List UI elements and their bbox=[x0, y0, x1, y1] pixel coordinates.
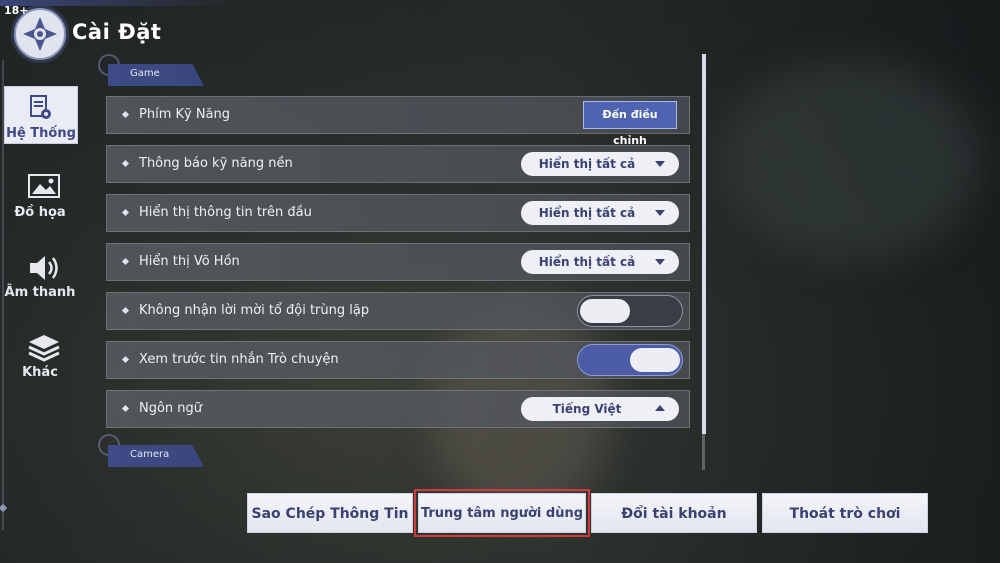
setting-label: Ngôn ngữ bbox=[139, 401, 203, 416]
duplicate-invite-toggle[interactable] bbox=[577, 295, 683, 327]
nav-item-graphics[interactable]: Đồ họa bbox=[4, 166, 76, 222]
copy-info-button[interactable]: Sao Chép Thông Tin bbox=[247, 493, 413, 533]
dropdown-value: Hiển thị tất cả bbox=[538, 255, 636, 269]
nav-item-label: Âm thanh bbox=[4, 285, 76, 300]
background-foliage bbox=[720, 60, 980, 260]
skill-notification-dropdown[interactable]: Hiển thị tất cả bbox=[521, 152, 679, 176]
switch-account-button[interactable]: Đổi tài khoản bbox=[591, 493, 757, 533]
page-title: Cài Đặt bbox=[72, 20, 162, 44]
section-title: Game bbox=[130, 68, 160, 79]
setting-label: Xem trước tin nhắn Trò chuyện bbox=[139, 352, 339, 367]
dropdown-value: Tiếng Việt bbox=[552, 402, 622, 416]
setting-row-language: Ngôn ngữ Tiếng Việt bbox=[106, 390, 690, 428]
setting-label: Thông báo kỹ năng nền bbox=[139, 156, 293, 171]
header-bar bbox=[0, 0, 240, 6]
caret-down-icon bbox=[655, 210, 665, 216]
exit-game-button[interactable]: Thoát trò chơi bbox=[762, 493, 928, 533]
setting-label: Không nhận lời mời tổ đội trùng lặp bbox=[139, 303, 370, 318]
setting-row-overhead-info: Hiển thị thông tin trên đầu Hiển thị tất… bbox=[106, 194, 690, 232]
nav-item-system[interactable]: Hệ Thống bbox=[4, 86, 78, 144]
bullet-icon bbox=[121, 110, 130, 119]
setting-label: Hiển thị thông tin trên đầu bbox=[139, 205, 312, 220]
setting-label: Hiển thị Võ Hồn bbox=[139, 254, 240, 269]
image-icon bbox=[28, 174, 60, 202]
setting-row-spirit-display: Hiển thị Võ Hồn Hiển thị tất cả bbox=[106, 243, 690, 281]
language-dropdown[interactable]: Tiếng Việt bbox=[521, 397, 679, 421]
nav-item-label: Khác bbox=[22, 365, 58, 380]
nav-item-label: Hệ Thống bbox=[6, 126, 76, 141]
setting-row-chat-preview: Xem trước tin nhắn Trò chuyện bbox=[106, 341, 690, 379]
chat-preview-toggle[interactable] bbox=[577, 344, 683, 376]
dropdown-value: Hiển thị tất cả bbox=[538, 206, 636, 220]
document-settings-icon bbox=[29, 95, 53, 125]
scrollbar-thumb[interactable] bbox=[702, 54, 706, 434]
bullet-icon bbox=[121, 257, 130, 266]
bullet-icon bbox=[121, 159, 130, 168]
nav-item-label: Đồ họa bbox=[14, 205, 66, 220]
section-header-camera: Camera bbox=[108, 445, 204, 467]
adjust-button[interactable]: Đến điều chỉnh bbox=[583, 101, 677, 147]
layers-icon bbox=[28, 334, 60, 366]
nav-item-sound[interactable]: Âm thanh bbox=[4, 246, 76, 302]
setting-row-skill-keys: Phím Kỹ Năng Đến điều chỉnh bbox=[106, 96, 690, 147]
dropdown-value: Hiển thị tất cả bbox=[538, 157, 636, 171]
bullet-icon bbox=[121, 355, 130, 364]
setting-label: Phím Kỹ Năng bbox=[139, 107, 231, 122]
toggle-knob bbox=[580, 299, 630, 323]
setting-row-duplicate-invite: Không nhận lời mời tổ đội trùng lặp bbox=[106, 292, 690, 330]
toggle-knob bbox=[630, 348, 680, 372]
caret-down-icon bbox=[655, 161, 665, 167]
user-center-button[interactable]: Trung tâm người dùng bbox=[414, 489, 590, 537]
nav-item-other[interactable]: Khác bbox=[4, 326, 76, 382]
bullet-icon bbox=[121, 208, 130, 217]
overhead-info-dropdown[interactable]: Hiển thị tất cả bbox=[521, 201, 679, 225]
section-title: Camera bbox=[130, 449, 170, 460]
spirit-display-dropdown[interactable]: Hiển thị tất cả bbox=[521, 250, 679, 274]
bullet-icon bbox=[121, 306, 130, 315]
caret-down-icon bbox=[655, 259, 665, 265]
caret-up-icon bbox=[655, 405, 665, 411]
bullet-icon bbox=[121, 404, 130, 413]
section-header-game: Game bbox=[108, 64, 204, 86]
age-rating: 18+ bbox=[4, 4, 29, 17]
speaker-icon bbox=[28, 254, 62, 286]
setting-row-skill-notification: Thông báo kỹ năng nền Hiển thị tất cả bbox=[106, 145, 690, 183]
